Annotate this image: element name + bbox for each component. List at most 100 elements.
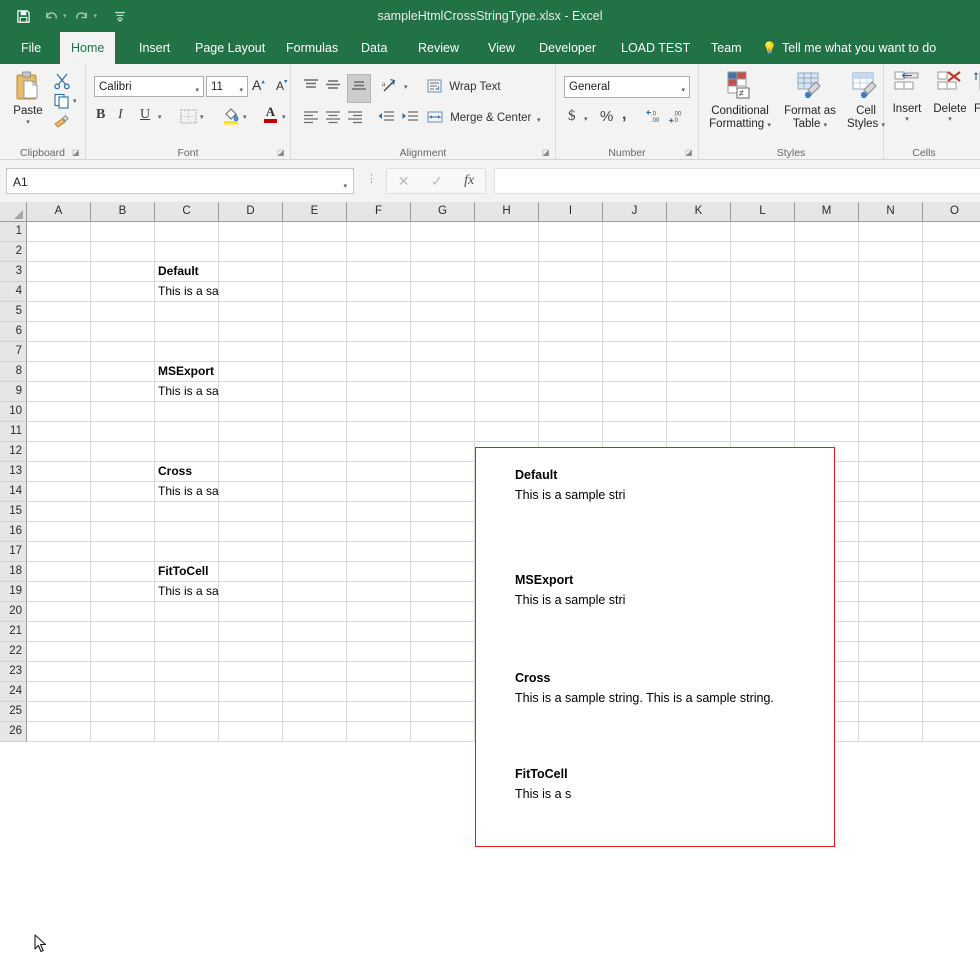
cell-K6[interactable]	[667, 322, 731, 342]
number-format-caret-icon[interactable]: ▾	[681, 83, 685, 99]
ribbon-tab-load-test[interactable]: LOAD TEST	[610, 32, 701, 64]
cell-N4[interactable]	[859, 282, 923, 302]
cancel-formula-icon[interactable]: ✕	[398, 173, 410, 190]
cell-N11[interactable]	[859, 422, 923, 442]
cell-D9[interactable]	[219, 382, 283, 402]
cell-D23[interactable]	[219, 662, 283, 682]
cell-E3[interactable]	[283, 262, 347, 282]
cell-O23[interactable]	[923, 662, 980, 682]
row-header-22[interactable]: 22	[0, 642, 27, 662]
top-align-icon[interactable]	[303, 78, 319, 97]
cell-O13[interactable]	[923, 462, 980, 482]
cell-N2[interactable]	[859, 242, 923, 262]
cell-A11[interactable]	[27, 422, 91, 442]
cell-G13[interactable]	[411, 462, 475, 482]
cell-A21[interactable]	[27, 622, 91, 642]
cell-H6[interactable]	[475, 322, 539, 342]
cell-M11[interactable]	[795, 422, 859, 442]
cell-E20[interactable]	[283, 602, 347, 622]
cell-B5[interactable]	[91, 302, 155, 322]
cell-value-C8[interactable]: MSExport	[155, 362, 219, 382]
cell-O16[interactable]	[923, 522, 980, 542]
cell-A25[interactable]	[27, 702, 91, 722]
cell-L1[interactable]	[731, 222, 795, 242]
cell-C17[interactable]	[155, 542, 219, 562]
increase-indent-icon[interactable]	[401, 110, 419, 129]
cell-A20[interactable]	[27, 602, 91, 622]
cell-E5[interactable]	[283, 302, 347, 322]
cell-N20[interactable]	[859, 602, 923, 622]
cell-F14[interactable]	[347, 482, 411, 502]
cell-E4[interactable]	[283, 282, 347, 302]
cell-N26[interactable]	[859, 722, 923, 742]
row-header-23[interactable]: 23	[0, 662, 27, 682]
ribbon-tab-data[interactable]: Data	[350, 32, 398, 64]
cell-O24[interactable]	[923, 682, 980, 702]
cell-K8[interactable]	[667, 362, 731, 382]
cell-B3[interactable]	[91, 262, 155, 282]
row-header-15[interactable]: 15	[0, 502, 27, 522]
cell-N19[interactable]	[859, 582, 923, 602]
column-header-L[interactable]: L	[731, 202, 795, 222]
cell-G23[interactable]	[411, 662, 475, 682]
cell-E12[interactable]	[283, 442, 347, 462]
cell-L9[interactable]	[731, 382, 795, 402]
align-right-icon[interactable]	[347, 110, 363, 129]
merge-center-button[interactable]: Merge & Center	[427, 110, 531, 124]
cell-M7[interactable]	[795, 342, 859, 362]
cell-K9[interactable]	[667, 382, 731, 402]
cell-I4[interactable]	[539, 282, 603, 302]
cell-E24[interactable]	[283, 682, 347, 702]
cell-E23[interactable]	[283, 662, 347, 682]
italic-button[interactable]: I	[118, 107, 123, 123]
increase-decimal-icon[interactable]: .0 .00	[646, 109, 664, 129]
cell-J11[interactable]	[603, 422, 667, 442]
cell-C21[interactable]	[155, 622, 219, 642]
cell-J10[interactable]	[603, 402, 667, 422]
cell-O11[interactable]	[923, 422, 980, 442]
cell-B20[interactable]	[91, 602, 155, 622]
font-name-caret-icon[interactable]: ▾	[195, 83, 199, 99]
conditional-formatting-caret-icon[interactable]: ▾	[767, 122, 771, 129]
insert-cells-caret-icon[interactable]: ▾	[886, 115, 928, 123]
cell-O12[interactable]	[923, 442, 980, 462]
cell-B25[interactable]	[91, 702, 155, 722]
cell-A15[interactable]	[27, 502, 91, 522]
cell-M4[interactable]	[795, 282, 859, 302]
cell-E13[interactable]	[283, 462, 347, 482]
cell-G2[interactable]	[411, 242, 475, 262]
cell-G16[interactable]	[411, 522, 475, 542]
cell-A1[interactable]	[27, 222, 91, 242]
clipboard-dialog-launcher[interactable]: ◪	[72, 148, 81, 157]
cell-N8[interactable]	[859, 362, 923, 382]
cell-G6[interactable]	[411, 322, 475, 342]
format-as-table-button[interactable]: Format as Table ▾	[779, 70, 841, 132]
cell-value-C9[interactable]: This is a sample string	[155, 382, 219, 402]
cell-A4[interactable]	[27, 282, 91, 302]
number-dialog-launcher[interactable]: ◪	[685, 148, 694, 157]
insert-function-icon[interactable]: fx	[464, 173, 474, 189]
cell-B22[interactable]	[91, 642, 155, 662]
row-header-4[interactable]: 4	[0, 282, 27, 302]
cell-D2[interactable]	[219, 242, 283, 262]
cell-A16[interactable]	[27, 522, 91, 542]
cell-H3[interactable]	[475, 262, 539, 282]
cell-N7[interactable]	[859, 342, 923, 362]
bold-button[interactable]: B	[96, 107, 105, 123]
cell-G8[interactable]	[411, 362, 475, 382]
cell-D8[interactable]	[219, 362, 283, 382]
cell-F21[interactable]	[347, 622, 411, 642]
row-header-12[interactable]: 12	[0, 442, 27, 462]
ribbon-tab-insert[interactable]: Insert	[128, 32, 181, 64]
cell-C15[interactable]	[155, 502, 219, 522]
cell-B18[interactable]	[91, 562, 155, 582]
cell-B12[interactable]	[91, 442, 155, 462]
grow-font-icon[interactable]: A▴	[252, 77, 265, 95]
cell-O4[interactable]	[923, 282, 980, 302]
cell-I3[interactable]	[539, 262, 603, 282]
formula-input[interactable]	[494, 168, 980, 194]
cell-E10[interactable]	[283, 402, 347, 422]
cell-F26[interactable]	[347, 722, 411, 742]
cell-L7[interactable]	[731, 342, 795, 362]
cell-B6[interactable]	[91, 322, 155, 342]
